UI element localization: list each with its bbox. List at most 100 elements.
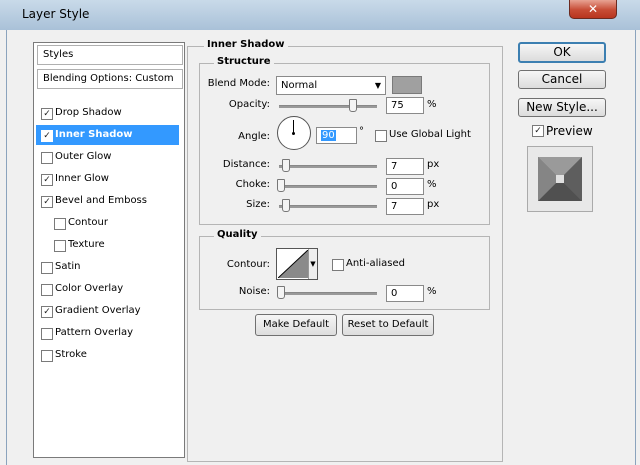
style-item-label: Color Overlay [55,283,124,294]
anti-aliased-checkbox[interactable] [332,259,344,271]
style-item-label: Texture [68,239,105,250]
choke-slider-thumb[interactable] [277,179,285,192]
style-item-label: Gradient Overlay [55,305,141,316]
close-button[interactable]: ✕ [569,0,617,19]
style-item-label: Satin [55,261,81,272]
contour-picker[interactable]: ▼ [276,248,318,280]
size-slider-thumb[interactable] [282,199,290,212]
style-item-label: Pattern Overlay [55,327,134,338]
noise-slider-thumb[interactable] [277,286,285,299]
choke-label: Choke: [235,179,270,190]
style-item-drop-shadow[interactable]: ✓ Drop Shadow [36,103,179,123]
style-item-bevel-and-emboss[interactable]: ✓ Bevel and Emboss [36,191,179,211]
opacity-input[interactable]: 75 [386,97,424,114]
style-item-checkbox[interactable] [41,262,53,274]
style-item-checkbox[interactable] [54,218,66,230]
opacity-unit: % [427,99,437,110]
style-item-stroke[interactable]: Stroke [36,345,179,365]
cancel-button[interactable]: Cancel [518,70,606,89]
anti-aliased-label: Anti-aliased [346,258,406,269]
title-bar: Layer Style ✕ [0,0,640,30]
angle-label: Angle: [238,131,270,142]
ok-button[interactable]: OK [518,42,606,63]
new-style-button[interactable]: New Style... [518,98,606,117]
distance-slider[interactable] [279,165,377,168]
size-unit: px [427,199,440,210]
chevron-down-icon[interactable]: ▼ [308,249,317,279]
distance-unit: px [427,159,440,170]
quality-title: Quality [214,229,261,240]
opacity-label: Opacity: [228,99,270,110]
style-preview-thumbnail [527,146,593,212]
blend-mode-select[interactable]: Normal ▼ [276,76,386,95]
noise-slider[interactable] [279,292,377,295]
style-item-checkbox[interactable]: ✓ [41,130,53,142]
noise-input[interactable]: 0 [386,285,424,302]
style-item-gradient-overlay[interactable]: ✓ Gradient Overlay [36,301,179,321]
layer-style-dialog: Layer Style ✕ Styles Blending Options: C… [0,0,640,465]
style-item-label: Drop Shadow [55,107,122,118]
style-item-checkbox[interactable]: ✓ [41,108,53,120]
distance-input[interactable]: 7 [386,158,424,175]
preview-icon [538,157,582,201]
style-item-label: Inner Shadow [55,129,133,140]
choke-input[interactable]: 0 [386,178,424,195]
style-item-pattern-overlay[interactable]: Pattern Overlay [36,323,179,343]
blend-mode-value: Normal [281,80,318,91]
angle-value: 90 [321,130,336,141]
style-item-texture[interactable]: Texture [36,235,179,255]
dialog-body: Styles Blending Options: Custom ✓ Drop Sh… [6,30,636,465]
style-item-label: Stroke [55,349,87,360]
angle-input[interactable]: 90 [316,127,357,144]
style-item-color-overlay[interactable]: Color Overlay [36,279,179,299]
distance-label: Distance: [222,159,270,170]
styles-list: Styles Blending Options: Custom ✓ Drop Sh… [33,42,185,458]
style-item-label: Inner Glow [55,173,109,184]
structure-title: Structure [214,56,274,67]
style-item-outer-glow[interactable]: Outer Glow [36,147,179,167]
choke-slider[interactable] [279,185,377,188]
style-item-checkbox[interactable] [41,328,53,340]
opacity-slider-thumb[interactable] [349,99,357,112]
noise-label: Noise: [238,286,270,297]
style-item-checkbox[interactable] [41,284,53,296]
shadow-color-swatch[interactable] [392,76,422,94]
style-item-satin[interactable]: Satin [36,257,179,277]
styles-header[interactable]: Styles [37,45,183,65]
reset-to-default-button[interactable]: Reset to Default [342,314,434,336]
preview-label: Preview [546,124,593,138]
quality-group [199,236,490,310]
noise-unit: % [427,286,437,297]
preview-checkbox[interactable]: ✓ [532,125,544,137]
size-input[interactable]: 7 [386,198,424,215]
style-item-label: Contour [68,217,108,228]
contour-label: Contour: [226,259,270,270]
choke-unit: % [427,179,437,190]
style-item-checkbox[interactable]: ✓ [41,196,53,208]
distance-slider-thumb[interactable] [282,159,290,172]
chevron-down-icon: ▼ [374,81,381,90]
angle-center-dot [292,132,295,135]
use-global-light-checkbox[interactable] [375,130,387,142]
opacity-slider[interactable] [279,105,377,108]
blending-options-item[interactable]: Blending Options: Custom [37,69,183,89]
style-item-contour[interactable]: Contour [36,213,179,233]
contour-curve-icon [278,250,308,278]
style-item-checkbox[interactable]: ✓ [41,306,53,318]
style-item-checkbox[interactable]: ✓ [41,174,53,186]
style-item-checkbox[interactable] [54,240,66,252]
angle-unit: ° [359,126,364,137]
style-item-label: Outer Glow [55,151,112,162]
blend-mode-label: Blend Mode: [207,78,270,89]
size-label: Size: [246,199,270,210]
inner-shadow-title: Inner Shadow [204,39,288,50]
style-item-checkbox[interactable] [41,152,53,164]
style-item-checkbox[interactable] [41,350,53,362]
style-item-inner-shadow[interactable]: ✓ Inner Shadow [36,125,179,145]
size-slider[interactable] [279,205,377,208]
angle-dial[interactable] [277,116,311,150]
use-global-light-label: Use Global Light [389,129,471,140]
style-item-inner-glow[interactable]: ✓ Inner Glow [36,169,179,189]
make-default-button[interactable]: Make Default [255,314,337,336]
window-title: Layer Style [22,7,90,21]
